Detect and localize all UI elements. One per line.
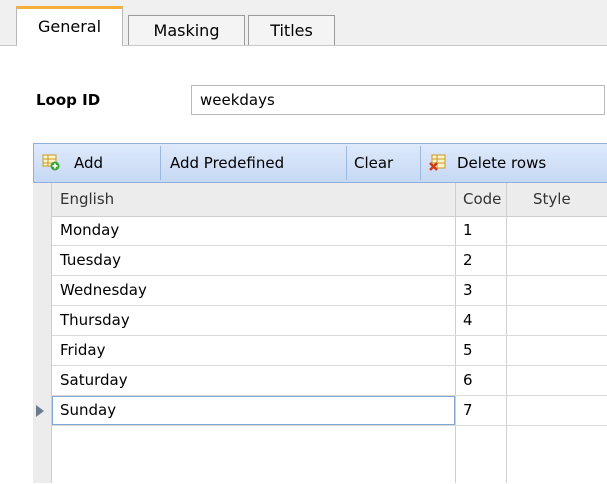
style-cell[interactable] [506, 276, 607, 305]
column-header-style[interactable]: Style [525, 183, 607, 216]
toolbar-separator [346, 146, 347, 180]
table-row[interactable]: Thursday 4 [52, 306, 607, 336]
style-cell[interactable] [506, 336, 607, 365]
tab-masking[interactable]: Masking [128, 15, 245, 45]
loop-id-input[interactable] [191, 85, 605, 115]
tab-strip: General Masking Titles [0, 0, 607, 46]
style-cell[interactable] [506, 366, 607, 395]
style-cell[interactable] [506, 306, 607, 335]
toolbar-separator [160, 146, 161, 180]
row-header-column [33, 183, 52, 483]
table-row[interactable]: Tuesday 2 [52, 246, 607, 276]
grid-delete-icon [429, 154, 446, 171]
current-row-indicator-icon [36, 405, 44, 417]
table-row[interactable]: Saturday 6 [52, 366, 607, 396]
english-cell[interactable]: Monday [52, 216, 455, 245]
code-cell[interactable]: 4 [455, 306, 506, 335]
english-cell[interactable]: Wednesday [52, 276, 455, 305]
code-cell[interactable]: 6 [455, 366, 506, 395]
table-row[interactable]: Monday 1 [52, 216, 607, 246]
code-cell[interactable]: 3 [455, 276, 506, 305]
grid-add-icon [42, 154, 60, 171]
english-cell[interactable]: Saturday [52, 366, 455, 395]
add-button-label: Add [74, 154, 104, 172]
column-header-english[interactable]: English [52, 183, 455, 216]
code-cell[interactable]: 5 [455, 336, 506, 365]
style-cell[interactable] [506, 246, 607, 275]
code-cell[interactable]: 2 [455, 246, 506, 275]
table-row[interactable]: Friday 5 [52, 336, 607, 366]
english-cell[interactable]: Thursday [52, 306, 455, 335]
code-cell[interactable]: 7 [455, 396, 506, 425]
delete-rows-label: Delete rows [457, 154, 547, 172]
grid-toolbar: Add Add Predefined Clear Delete rows [33, 143, 607, 183]
english-cell[interactable]: Tuesday [52, 246, 455, 275]
style-cell[interactable] [506, 216, 607, 245]
style-cell[interactable] [506, 396, 607, 425]
english-cell[interactable]: Friday [52, 336, 455, 365]
delete-rows-button[interactable]: Delete rows [427, 144, 607, 182]
table-row[interactable]: Wednesday 3 [52, 276, 607, 306]
clear-button[interactable]: Clear [354, 144, 393, 182]
code-cell[interactable]: 1 [455, 216, 506, 245]
add-button[interactable]: Add [42, 144, 182, 182]
column-header-code[interactable]: Code [455, 183, 525, 216]
add-predefined-button[interactable]: Add Predefined [170, 144, 284, 182]
loop-grid: English Code Style Monday 1 Tuesday 2 We… [33, 183, 607, 484]
table-row-selected[interactable]: Sunday 7 [52, 396, 607, 426]
toolbar-separator [420, 146, 421, 180]
loop-id-label: Loop ID [36, 91, 101, 109]
tab-general[interactable]: General [16, 6, 123, 46]
tab-titles[interactable]: Titles [248, 15, 335, 45]
english-cell[interactable]: Sunday [52, 396, 455, 425]
column-header-row: English Code Style [52, 183, 607, 217]
